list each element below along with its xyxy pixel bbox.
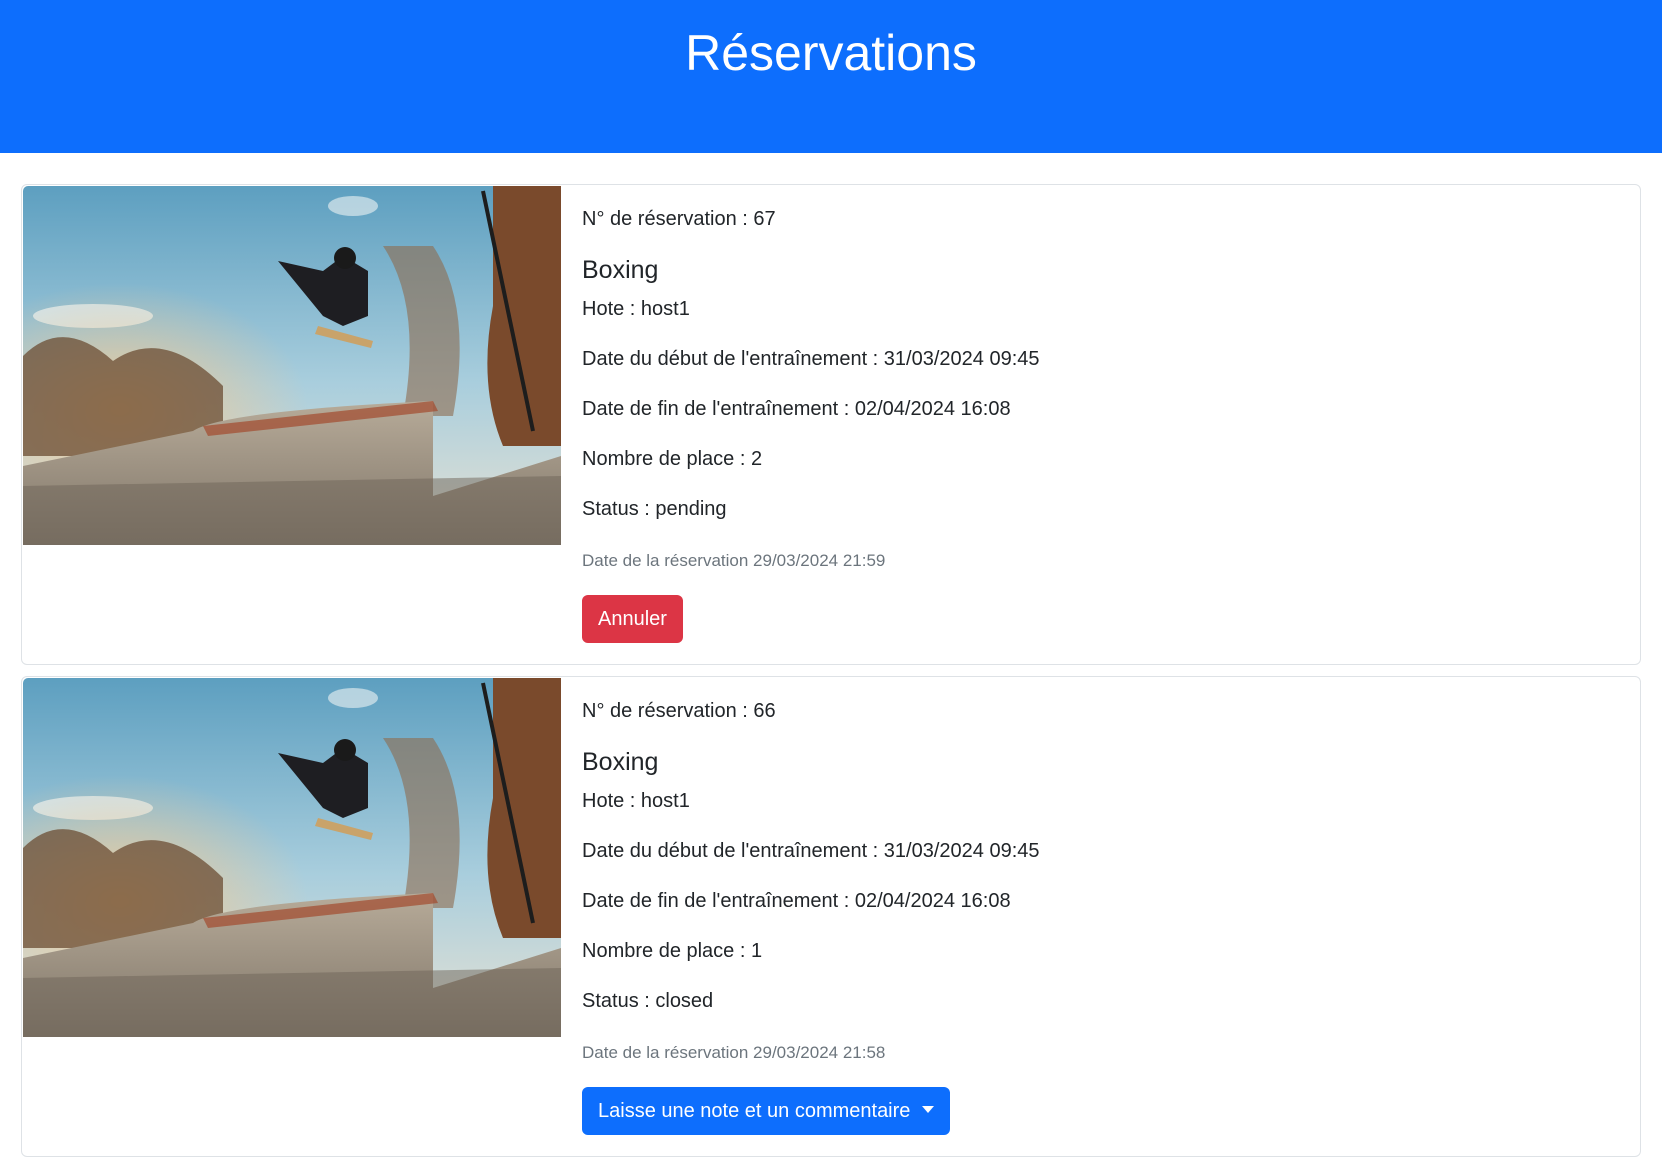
activity-photo xyxy=(23,678,561,1037)
host-text: Hote : host1 xyxy=(582,790,690,812)
review-dropdown-button[interactable]: Laisse une note et un commentaire xyxy=(582,1087,951,1135)
status-text: Status : pending xyxy=(582,498,727,520)
caret-down-icon xyxy=(922,1106,935,1113)
start-date-text: Date du début de l'entraînement : 31/03/… xyxy=(582,348,1040,370)
booking-date-text: Date de la réservation 29/03/2024 21:59 xyxy=(582,551,886,570)
reservation-number: N° de réservation : 66 xyxy=(582,700,776,722)
booking-date-text: Date de la réservation 29/03/2024 21:58 xyxy=(582,1043,886,1062)
activity-title: Boxing xyxy=(582,256,659,284)
end-date-text: Date de fin de l'entraînement : 02/04/20… xyxy=(582,398,1011,420)
status-text: Status : closed xyxy=(582,990,714,1012)
reservation-number: N° de réservation : 67 xyxy=(582,208,776,230)
page-title: Réservations xyxy=(685,25,977,81)
review-dropdown-label: Laisse une note et un commentaire xyxy=(598,1100,911,1122)
activity-title: Boxing xyxy=(582,748,659,776)
reservation-list: N° de réservation : 67 Boxing Hote : hos… xyxy=(0,153,1662,1157)
cancel-button[interactable]: Annuler xyxy=(582,595,683,643)
places-text: Nombre de place : 1 xyxy=(582,940,763,962)
end-date-text: Date de fin de l'entraînement : 02/04/20… xyxy=(582,890,1011,912)
reservation-card: N° de réservation : 67 Boxing Hote : hos… xyxy=(21,184,1641,665)
start-date-text: Date du début de l'entraînement : 31/03/… xyxy=(582,840,1040,862)
page-header: Réservations xyxy=(0,0,1662,153)
host-text: Hote : host1 xyxy=(582,298,690,320)
reservation-card: N° de réservation : 66 Boxing Hote : hos… xyxy=(21,676,1641,1157)
places-text: Nombre de place : 2 xyxy=(582,448,763,470)
activity-photo xyxy=(23,186,561,545)
